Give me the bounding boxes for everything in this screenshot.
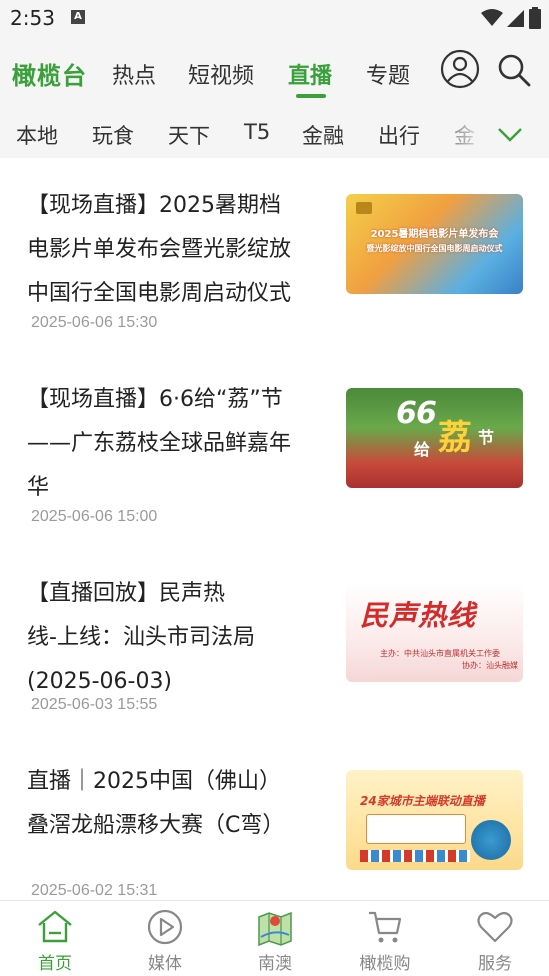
map-icon (258, 911, 292, 947)
feed-item-title: 【现场直播】2025暑期档 电影片单发布会暨光影绽放 中国行全国电影周启动仪式 (27, 184, 327, 316)
feed-item-title: 【直播回放】民声热 线-上线：汕头市司法局 (2025-06-03) (27, 572, 327, 704)
wifi-icon (481, 9, 503, 26)
feed-thumbnail: 6 6 给 荔 节 (346, 388, 523, 488)
feed-item-title: 【现场直播】6·6给“荔”节 ——广东荔枝全球品鲜嘉年 华 (27, 378, 327, 510)
category-fade (420, 112, 490, 152)
feed-thumbnail: 民声热线 主办：中共汕头市直属机关工作委 协办：汕头融媒 (346, 582, 523, 682)
thumb-line: 2025暑期档电影片单发布会 (370, 229, 499, 240)
feed-item-date: 2025-06-06 15:00 (31, 508, 158, 525)
partner-logos (360, 850, 470, 862)
schedule-box (366, 814, 466, 844)
feed-item-date: 2025-06-06 15:30 (31, 314, 158, 331)
cart-icon (369, 911, 402, 943)
signal-icon (507, 10, 524, 27)
thumb-text: 6 6 给 荔 节 (346, 388, 523, 488)
search-icon[interactable] (496, 52, 532, 88)
title-line: 叠滘龙船漂移大赛（C弯） (27, 813, 285, 838)
heart-icon (477, 911, 513, 943)
battery-icon (529, 7, 541, 29)
category-travel[interactable]: 出行 (378, 120, 420, 150)
category-t5[interactable]: T5 (244, 120, 270, 144)
nav-shop[interactable]: 橄榄购 (330, 901, 440, 976)
title-line: 线-上线：汕头市司法局 (27, 625, 255, 650)
feed-item-date: 2025-06-02 15:31 (31, 882, 158, 899)
news-feed: 【现场直播】2025暑期档 电影片单发布会暨光影绽放 中国行全国电影周启动仪式 … (0, 158, 549, 900)
nav-label: 首页 (38, 954, 72, 974)
feed-item[interactable]: 【现场直播】6·6给“荔”节 ——广东荔枝全球品鲜嘉年 华 2025-06-06… (0, 352, 549, 546)
thumb-line: 荔 (438, 418, 472, 458)
nav-nanao[interactable]: 南澳 (220, 901, 330, 976)
thumb-line: 协办：汕头融媒 (462, 661, 518, 670)
feed-item-title: 直播｜2025中国（佛山） 叠滘龙船漂移大赛（C弯） (27, 760, 327, 848)
chevron-down-icon[interactable] (496, 120, 524, 148)
category-world[interactable]: 天下 (168, 120, 210, 150)
title-line: 电影片单发布会暨光影绽放 (27, 237, 292, 262)
nav-media[interactable]: 媒体 (110, 901, 220, 976)
feed-item[interactable]: 直播｜2025中国（佛山） 叠滘龙船漂移大赛（C弯） 2025-06-02 15… (0, 740, 549, 900)
title-line: 【现场直播】2025暑期档 (27, 193, 281, 218)
nav-service[interactable]: 服务 (440, 901, 549, 976)
feed-item[interactable]: 【现场直播】2025暑期档 电影片单发布会暨光影绽放 中国行全国电影周启动仪式 … (0, 158, 549, 352)
active-tab-indicator (296, 94, 326, 98)
nav-label: 南澳 (258, 954, 292, 974)
title-line: ——广东荔枝全球品鲜嘉年 (27, 431, 292, 456)
status-icons (481, 7, 541, 29)
thumb-line: 6 (396, 396, 417, 431)
play-icon (147, 909, 183, 945)
title-line: 直播｜2025中国（佛山） (27, 769, 281, 794)
dragon-decoration (471, 820, 511, 860)
feed-thumbnail: 2025暑期档电影片单发布会 暨光影绽放中国行全国电影周启动仪式 (346, 194, 523, 294)
tab-short-video[interactable]: 短视频 (188, 58, 254, 90)
feed-item-date: 2025-06-03 15:55 (31, 696, 158, 713)
category-finance[interactable]: 金融 (302, 120, 344, 150)
thumb-line: 节 (478, 428, 495, 447)
tab-topics[interactable]: 专题 (366, 58, 410, 90)
status-bar: 2:53 A (0, 0, 549, 36)
nav-label: 媒体 (148, 954, 182, 974)
thumb-line: 暨光影绽放中国行全国电影周启动仪式 (366, 244, 503, 253)
title-line: 中国行全国电影周启动仪式 (27, 281, 292, 306)
thumb-line: 24家城市主端联动直播 (360, 794, 485, 808)
thumb-line: 民声热线 (360, 599, 477, 632)
nav-label: 服务 (478, 954, 512, 974)
status-time: 2:53 (10, 6, 55, 30)
thumb-text: 2025暑期档电影片单发布会 暨光影绽放中国行全国电影周启动仪式 (346, 228, 523, 256)
category-food[interactable]: 玩食 (92, 120, 134, 150)
nav-home[interactable]: 首页 (0, 901, 110, 976)
bottom-navigation: 首页 媒体 南澳 橄榄购 服务 (0, 900, 549, 976)
title-line: 【现场直播】6·6给“荔”节 (27, 387, 283, 412)
thumb-line: 给 (414, 440, 431, 459)
notification-a-icon: A (71, 10, 85, 24)
thumb-line: 6 (416, 396, 437, 431)
thumb-text: 民声热线 主办：中共汕头市直属机关工作委 协办：汕头融媒 (346, 582, 523, 682)
thumb-line: 主办：中共汕头市直属机关工作委 (380, 649, 500, 658)
tab-live[interactable]: 直播 (288, 58, 332, 90)
app-header: 橄榄台 热点 短视频 直播 专题 本地 玩食 天下 T5 金融 出行 金 (0, 36, 549, 158)
thumb-text: 24家城市主端联动直播 (346, 770, 523, 870)
title-line: 【直播回放】民声热 (27, 581, 226, 606)
app-logo: 橄榄台 (12, 62, 87, 90)
nav-label: 橄榄购 (359, 954, 411, 974)
title-line: 华 (27, 475, 50, 500)
home-icon (38, 910, 72, 943)
feed-thumbnail: 24家城市主端联动直播 (346, 770, 523, 870)
category-local[interactable]: 本地 (16, 120, 58, 150)
tab-hot[interactable]: 热点 (112, 58, 156, 90)
user-profile-icon[interactable] (440, 49, 480, 89)
brand-logo (356, 202, 372, 214)
feed-item[interactable]: 【直播回放】民声热 线-上线：汕头市司法局 (2025-06-03) 2025-… (0, 546, 549, 740)
